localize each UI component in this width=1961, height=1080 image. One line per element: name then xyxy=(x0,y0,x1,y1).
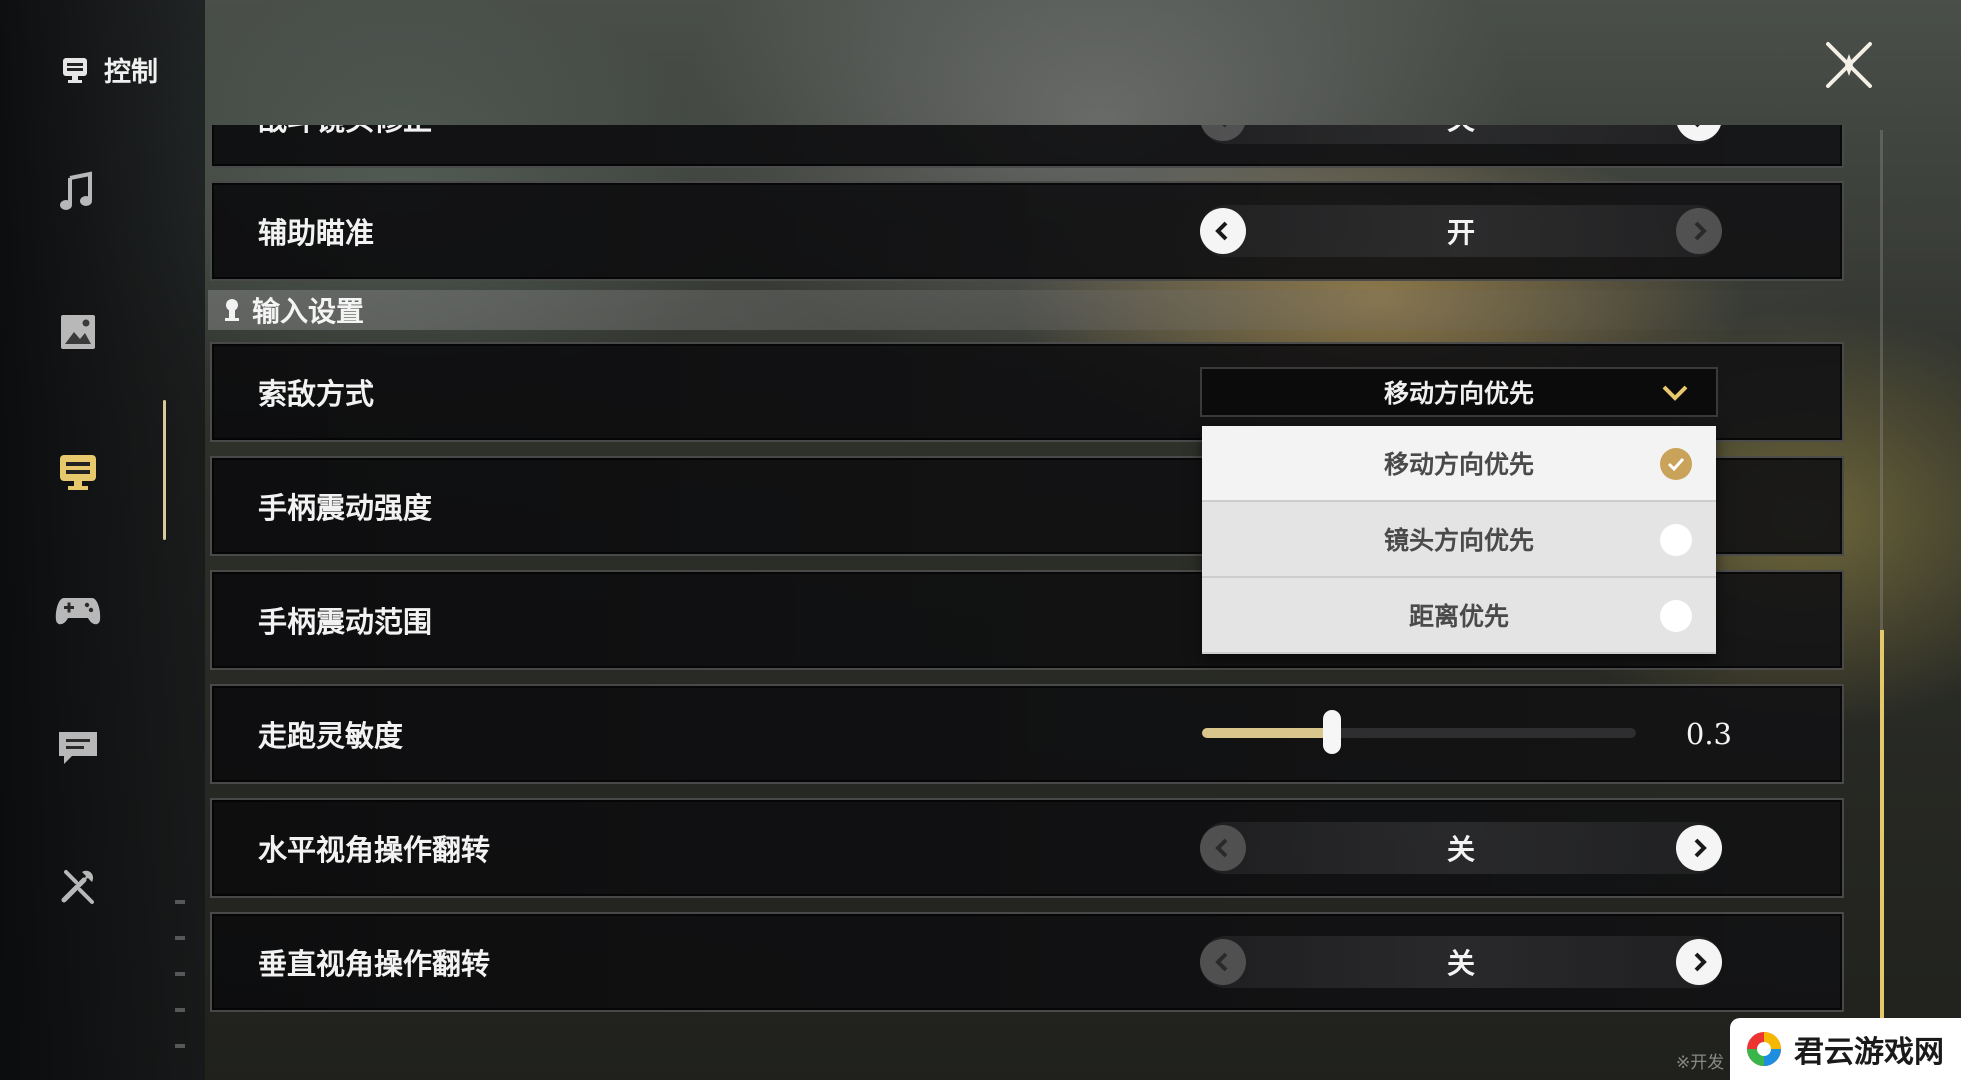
sidebar-item-gamepad[interactable] xyxy=(52,584,104,636)
sensitivity-slider[interactable] xyxy=(1202,710,1636,754)
sidebar-header: 控制 xyxy=(60,50,158,89)
footer-note: ※开发 xyxy=(1676,1053,1725,1073)
next-option-button[interactable] xyxy=(1676,208,1722,254)
row-label: 手柄震动范围 xyxy=(258,605,433,639)
dropdown-option-distance[interactable]: 距离优先 xyxy=(1202,578,1716,654)
sidebar: 控制 xyxy=(0,0,205,1080)
row-aim-assist: 辅助瞄准 开 xyxy=(210,181,1844,281)
option-toggle: 关 xyxy=(1200,125,1722,144)
option-toggle: 关 xyxy=(1200,936,1722,988)
sidebar-item-chat[interactable] xyxy=(52,722,104,774)
chat-bubble-icon xyxy=(59,732,97,764)
decorative-dots xyxy=(175,900,185,1080)
row-label: 手柄震动强度 xyxy=(258,491,433,525)
option-label: 镜头方向优先 xyxy=(1383,526,1534,555)
sidebar-item-audio[interactable] xyxy=(52,166,104,218)
sidebar-item-graphics[interactable] xyxy=(52,306,104,358)
dropdown-value: 移动方向优先 xyxy=(1383,379,1534,408)
chevron-right-icon xyxy=(1694,952,1707,972)
sidebar-item-other[interactable] xyxy=(52,860,104,912)
row-label: 水平视角操作翻转 xyxy=(258,833,491,867)
option-value: 开 xyxy=(1446,216,1475,249)
close-icon xyxy=(1826,42,1872,88)
logo-swirl-icon xyxy=(1747,1032,1781,1066)
chevron-down-icon xyxy=(1662,385,1688,401)
row-horizontal-invert: 水平视角操作翻转 关 xyxy=(210,798,1844,898)
section-title: 输入设置 xyxy=(252,295,365,328)
person-pin-icon xyxy=(225,299,239,321)
next-option-button[interactable] xyxy=(1676,939,1722,985)
section-header-input: 输入设置 xyxy=(208,290,1848,330)
row-run-sensitivity: 走跑灵敏度 0.3 xyxy=(210,684,1844,784)
option-value: 关 xyxy=(1446,947,1475,980)
watermark-logo: 君云游戏网 xyxy=(1730,1018,1961,1080)
row-label: 辅助瞄准 xyxy=(258,216,375,250)
chevron-right-icon xyxy=(1694,838,1707,858)
sidebar-title: 控制 xyxy=(104,57,158,88)
watermark-text: 君云游戏网 xyxy=(1794,1035,1944,1070)
radio-empty-icon xyxy=(1660,524,1692,556)
radio-empty-icon xyxy=(1660,600,1692,632)
chevron-right-icon xyxy=(1695,125,1700,128)
target-mode-dropdown[interactable]: 移动方向优先 xyxy=(1200,367,1718,417)
target-mode-dropdown-menu: 移动方向优先 镜头方向优先 距离优先 xyxy=(1202,426,1716,654)
slider-thumb[interactable] xyxy=(1323,710,1342,754)
option-toggle: 开 xyxy=(1200,205,1722,257)
option-value: 关 xyxy=(1446,833,1475,866)
active-indicator xyxy=(163,400,166,540)
option-label: 距离优先 xyxy=(1408,602,1509,631)
scrollbar-thumb[interactable] xyxy=(1880,630,1884,1030)
tools-icon xyxy=(61,870,94,904)
row-label: 战斗镜头修正 xyxy=(258,125,432,139)
gamepad-icon xyxy=(55,598,101,625)
chevron-right-icon xyxy=(1694,221,1707,241)
option-value: 关 xyxy=(1200,125,1722,138)
row-camera-correction: 战斗镜头修正 关 xyxy=(210,125,1844,168)
option-label: 移动方向优先 xyxy=(1383,450,1534,479)
dropdown-option-move-direction[interactable]: 移动方向优先 xyxy=(1202,426,1716,502)
row-label: 走跑灵敏度 xyxy=(258,719,404,753)
dropdown-option-camera-direction[interactable]: 镜头方向优先 xyxy=(1202,502,1716,578)
close-button[interactable] xyxy=(1822,38,1876,92)
control-icon xyxy=(63,57,87,83)
row-label: 索敌方式 xyxy=(258,377,375,411)
slider-fill xyxy=(1202,728,1333,738)
control-icon xyxy=(60,455,96,490)
image-icon xyxy=(61,315,95,349)
sidebar-item-control[interactable] xyxy=(52,446,104,498)
next-option-button[interactable] xyxy=(1676,125,1722,141)
check-icon xyxy=(1660,448,1692,480)
row-label: 垂直视角操作翻转 xyxy=(258,947,491,981)
row-vertical-invert: 垂直视角操作翻转 关 xyxy=(210,912,1844,1012)
next-option-button[interactable] xyxy=(1676,825,1722,871)
music-note-icon xyxy=(60,171,92,210)
scrollbar[interactable] xyxy=(1880,130,1884,1030)
option-toggle: 关 xyxy=(1200,822,1722,874)
slider-value: 0.3 xyxy=(1685,717,1732,751)
